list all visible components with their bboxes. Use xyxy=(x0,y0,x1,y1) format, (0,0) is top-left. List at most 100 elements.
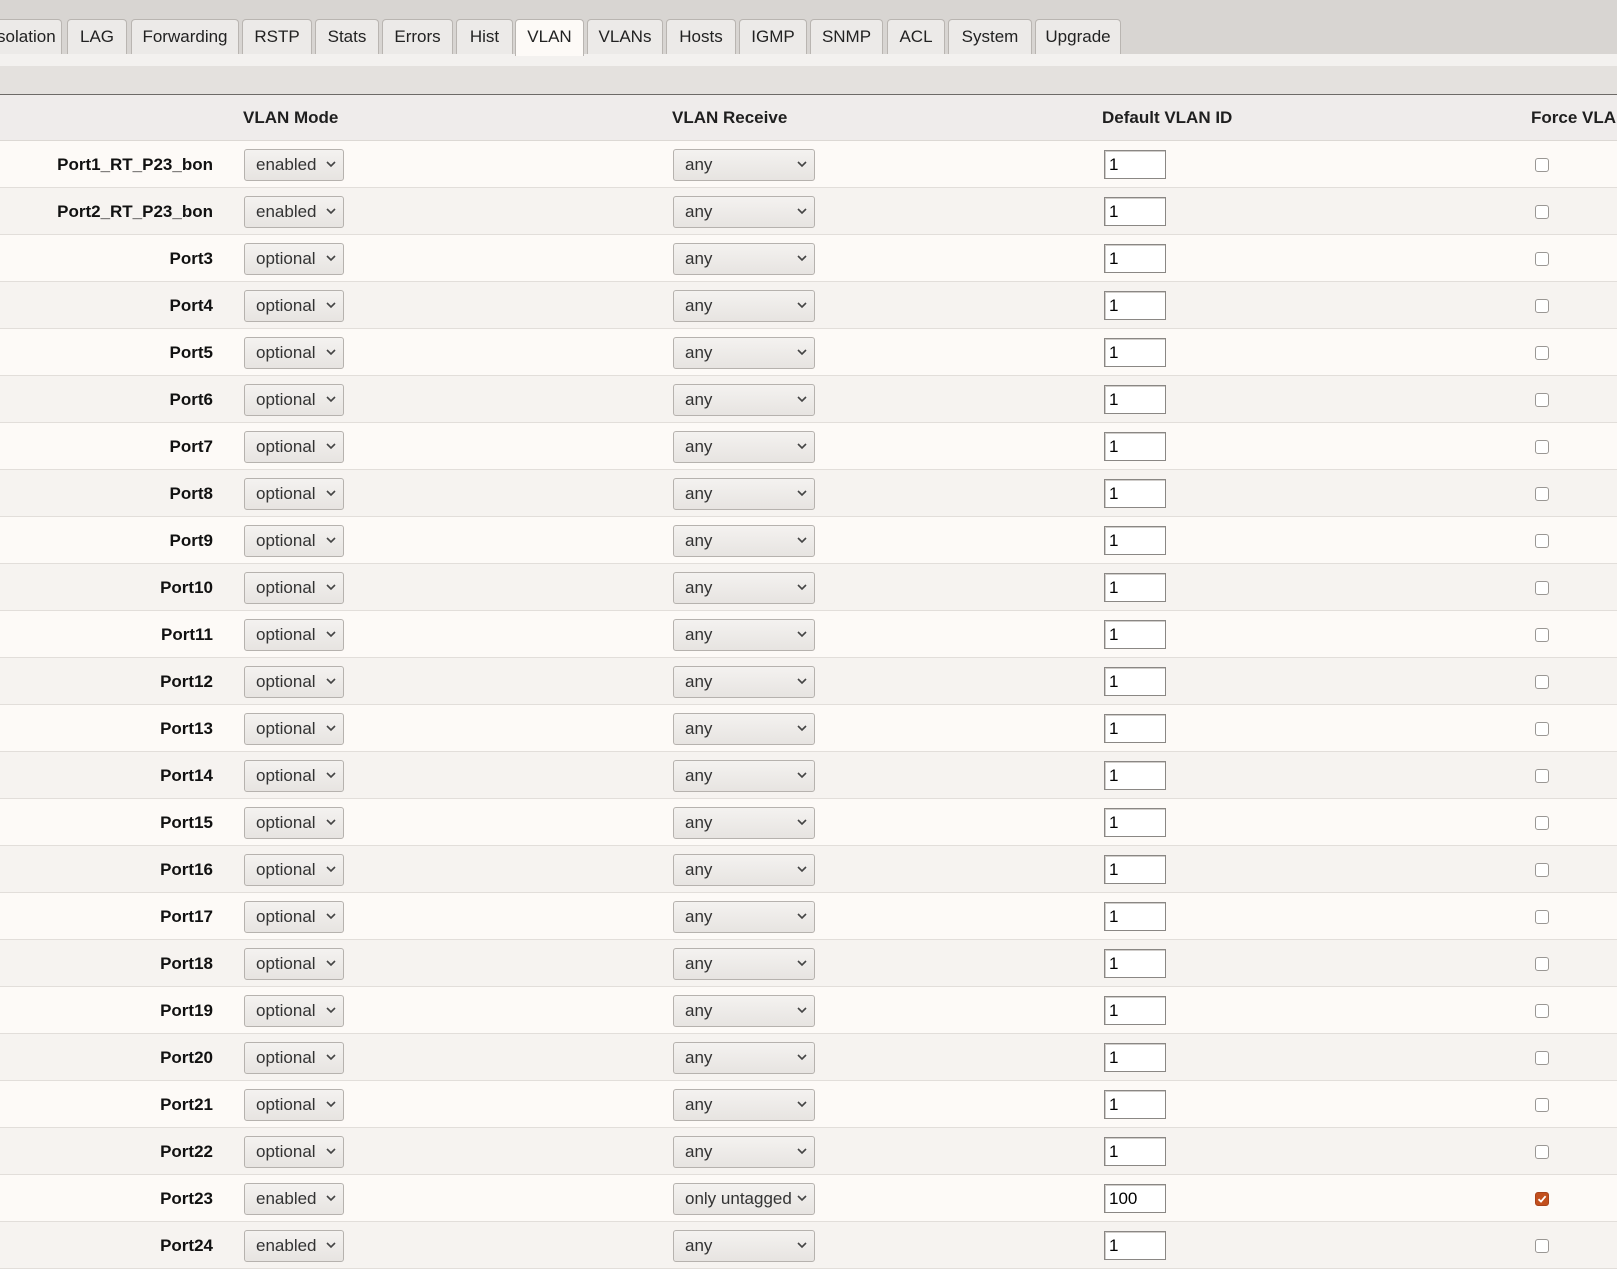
default-vlan-id-input[interactable]: 1 xyxy=(1104,808,1166,837)
vlan-mode-select[interactable]: optional xyxy=(244,807,344,839)
vlan-receive-select[interactable]: any xyxy=(673,1136,815,1168)
vlan-receive-select[interactable]: any xyxy=(673,1230,815,1262)
vlan-receive-select[interactable]: any xyxy=(673,149,815,181)
tab-system[interactable]: System xyxy=(948,19,1032,54)
default-vlan-id-input[interactable]: 100 xyxy=(1104,1184,1166,1213)
default-vlan-id-input[interactable]: 1 xyxy=(1104,1090,1166,1119)
vlan-mode-select[interactable]: optional xyxy=(244,666,344,698)
tab-hist[interactable]: Hist xyxy=(456,19,513,54)
vlan-mode-select[interactable]: optional xyxy=(244,1136,344,1168)
default-vlan-id-input[interactable]: 1 xyxy=(1104,197,1166,226)
tab-forwarding[interactable]: Forwarding xyxy=(131,19,239,54)
default-vlan-id-input[interactable]: 1 xyxy=(1104,150,1166,179)
vlan-receive-select[interactable]: any xyxy=(673,807,815,839)
vlan-mode-select[interactable]: enabled xyxy=(244,1183,344,1215)
vlan-receive-select[interactable]: any xyxy=(673,431,815,463)
vlan-mode-select[interactable]: optional xyxy=(244,854,344,886)
tab-vlan[interactable]: VLAN xyxy=(515,19,584,56)
tab-lag[interactable]: LAG xyxy=(67,19,127,54)
vlan-receive-select[interactable]: any xyxy=(673,713,815,745)
force-vlan-id-checkbox[interactable] xyxy=(1535,158,1549,172)
vlan-receive-select[interactable]: only untagged xyxy=(673,1183,815,1215)
vlan-receive-select[interactable]: any xyxy=(673,572,815,604)
vlan-mode-select[interactable]: optional xyxy=(244,478,344,510)
vlan-mode-select[interactable]: optional xyxy=(244,760,344,792)
default-vlan-id-input[interactable]: 1 xyxy=(1104,573,1166,602)
vlan-receive-select[interactable]: any xyxy=(673,1042,815,1074)
default-vlan-id-input[interactable]: 1 xyxy=(1104,338,1166,367)
vlan-mode-select[interactable]: optional xyxy=(244,619,344,651)
force-vlan-id-checkbox[interactable] xyxy=(1535,346,1549,360)
vlan-mode-select[interactable]: optional xyxy=(244,337,344,369)
vlan-receive-select[interactable]: any xyxy=(673,525,815,557)
tab-vlans[interactable]: VLANs xyxy=(587,19,663,54)
default-vlan-id-input[interactable]: 1 xyxy=(1104,432,1166,461)
force-vlan-id-checkbox[interactable] xyxy=(1535,910,1549,924)
tab-upgrade[interactable]: Upgrade xyxy=(1035,19,1121,54)
vlan-mode-select[interactable]: optional xyxy=(244,431,344,463)
tab-errors[interactable]: Errors xyxy=(382,19,453,54)
default-vlan-id-input[interactable]: 1 xyxy=(1104,761,1166,790)
force-vlan-id-checkbox[interactable] xyxy=(1535,252,1549,266)
force-vlan-id-checkbox[interactable] xyxy=(1535,1145,1549,1159)
tab-stats[interactable]: Stats xyxy=(315,19,379,54)
default-vlan-id-input[interactable]: 1 xyxy=(1104,996,1166,1025)
vlan-receive-select[interactable]: any xyxy=(673,478,815,510)
vlan-mode-select[interactable]: optional xyxy=(244,713,344,745)
force-vlan-id-checkbox[interactable] xyxy=(1535,1192,1549,1206)
vlan-receive-select[interactable]: any xyxy=(673,760,815,792)
vlan-receive-select[interactable]: any xyxy=(673,384,815,416)
force-vlan-id-checkbox[interactable] xyxy=(1535,675,1549,689)
vlan-receive-select[interactable]: any xyxy=(673,619,815,651)
vlan-receive-select[interactable]: any xyxy=(673,948,815,980)
force-vlan-id-checkbox[interactable] xyxy=(1535,299,1549,313)
force-vlan-id-checkbox[interactable] xyxy=(1535,581,1549,595)
tab-isolation[interactable]: Isolation xyxy=(0,19,62,54)
tab-hosts[interactable]: Hosts xyxy=(666,19,736,54)
default-vlan-id-input[interactable]: 1 xyxy=(1104,291,1166,320)
default-vlan-id-input[interactable]: 1 xyxy=(1104,479,1166,508)
default-vlan-id-input[interactable]: 1 xyxy=(1104,620,1166,649)
vlan-mode-select[interactable]: optional xyxy=(244,1089,344,1121)
vlan-mode-select[interactable]: optional xyxy=(244,572,344,604)
vlan-receive-select[interactable]: any xyxy=(673,995,815,1027)
vlan-receive-select[interactable]: any xyxy=(673,666,815,698)
vlan-mode-select[interactable]: enabled xyxy=(244,196,344,228)
vlan-receive-select[interactable]: any xyxy=(673,901,815,933)
force-vlan-id-checkbox[interactable] xyxy=(1535,1004,1549,1018)
vlan-mode-select[interactable]: optional xyxy=(244,995,344,1027)
tab-snmp[interactable]: SNMP xyxy=(810,19,883,54)
vlan-mode-select[interactable]: optional xyxy=(244,290,344,322)
force-vlan-id-checkbox[interactable] xyxy=(1535,440,1549,454)
default-vlan-id-input[interactable]: 1 xyxy=(1104,1043,1166,1072)
vlan-mode-select[interactable]: optional xyxy=(244,243,344,275)
default-vlan-id-input[interactable]: 1 xyxy=(1104,714,1166,743)
default-vlan-id-input[interactable]: 1 xyxy=(1104,949,1166,978)
force-vlan-id-checkbox[interactable] xyxy=(1535,863,1549,877)
force-vlan-id-checkbox[interactable] xyxy=(1535,1239,1549,1253)
default-vlan-id-input[interactable]: 1 xyxy=(1104,1231,1166,1260)
default-vlan-id-input[interactable]: 1 xyxy=(1104,385,1166,414)
force-vlan-id-checkbox[interactable] xyxy=(1535,205,1549,219)
vlan-receive-select[interactable]: any xyxy=(673,337,815,369)
vlan-receive-select[interactable]: any xyxy=(673,290,815,322)
vlan-mode-select[interactable]: enabled xyxy=(244,1230,344,1262)
force-vlan-id-checkbox[interactable] xyxy=(1535,1051,1549,1065)
vlan-mode-select[interactable]: enabled xyxy=(244,149,344,181)
vlan-receive-select[interactable]: any xyxy=(673,854,815,886)
force-vlan-id-checkbox[interactable] xyxy=(1535,957,1549,971)
default-vlan-id-input[interactable]: 1 xyxy=(1104,855,1166,884)
force-vlan-id-checkbox[interactable] xyxy=(1535,769,1549,783)
default-vlan-id-input[interactable]: 1 xyxy=(1104,902,1166,931)
vlan-receive-select[interactable]: any xyxy=(673,1089,815,1121)
vlan-mode-select[interactable]: optional xyxy=(244,384,344,416)
force-vlan-id-checkbox[interactable] xyxy=(1535,816,1549,830)
vlan-mode-select[interactable]: optional xyxy=(244,948,344,980)
vlan-mode-select[interactable]: optional xyxy=(244,901,344,933)
force-vlan-id-checkbox[interactable] xyxy=(1535,393,1549,407)
force-vlan-id-checkbox[interactable] xyxy=(1535,487,1549,501)
vlan-receive-select[interactable]: any xyxy=(673,243,815,275)
tab-rstp[interactable]: RSTP xyxy=(242,19,312,54)
force-vlan-id-checkbox[interactable] xyxy=(1535,534,1549,548)
force-vlan-id-checkbox[interactable] xyxy=(1535,628,1549,642)
